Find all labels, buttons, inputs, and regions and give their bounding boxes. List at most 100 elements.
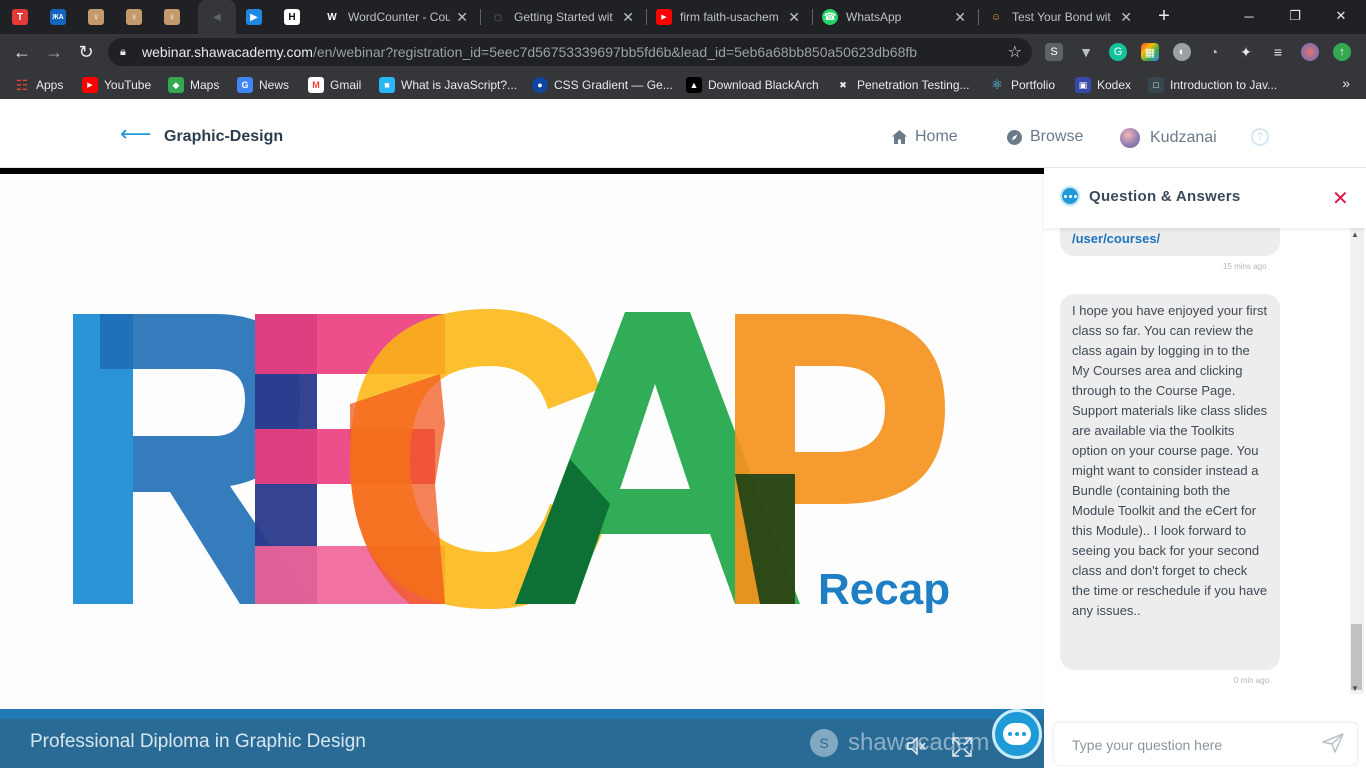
profile-avatar-icon[interactable] [1301, 43, 1319, 61]
browser-toolbar: ← → ↻ 🔒︎ webinar.shawacademy.com/en/webi… [0, 34, 1366, 70]
pentesting-icon: ✖ [839, 79, 847, 90]
nav-home[interactable]: Home [891, 128, 958, 146]
browser-tab-active[interactable]: ◀ [198, 0, 236, 34]
browser-tab[interactable]: ♀ [164, 0, 192, 34]
bookmark-gmail[interactable]: M Gmail [308, 76, 361, 94]
update-icon[interactable]: ↑ [1333, 43, 1351, 61]
browser-tab[interactable]: ◌ Getting Started wit ✕ [490, 0, 640, 34]
tab-favicon-icon: H [284, 9, 300, 25]
java-course-icon: □ [1148, 77, 1164, 93]
video-stage[interactable]: Recap [0, 174, 1044, 709]
close-tab-icon[interactable]: ✕ [456, 9, 468, 26]
qa-message: I hope you have enjoyed your first class… [1060, 294, 1280, 670]
qa-scrollbar-thumb[interactable] [1351, 624, 1362, 690]
back-arrow-icon[interactable]: ⟵ [120, 123, 152, 145]
bookmark-css-gradient[interactable]: ● CSS Gradient — Ge... [532, 76, 673, 94]
bookmark-javascript[interactable]: ■ What is JavaScript?... [379, 76, 517, 94]
close-window-button[interactable]: ✕ [1318, 0, 1364, 32]
bookmark-label: Kodex [1097, 78, 1132, 92]
extensions-puzzle-icon[interactable]: ✦ [1237, 43, 1255, 61]
browser-tab-strip: T ЖА ♀ ♀ ♀ ◀ ▶ H W WordCounter - Cou ✕ ◌… [0, 0, 1366, 34]
restore-window-button[interactable]: ❐ [1272, 0, 1318, 32]
bookmark-blackarch[interactable]: ▲ Download BlackArch [686, 76, 819, 94]
extension-compass-icon[interactable]: ◐ [1173, 43, 1191, 61]
lock-icon: 🔒︎ [120, 45, 126, 58]
chat-button[interactable] [992, 709, 1042, 759]
bookmark-label: News [259, 78, 290, 92]
tab-favicon-icon: ☺ [990, 11, 1002, 23]
tab-title: WhatsApp [846, 10, 902, 24]
gmail-icon: M [308, 77, 324, 93]
browser-tab[interactable]: T [12, 0, 40, 34]
extension-colorful-icon[interactable]: ▦ [1141, 43, 1159, 61]
question-input[interactable] [1072, 735, 1312, 755]
javascript-site-icon: ■ [379, 77, 395, 93]
browser-tab[interactable]: H [284, 0, 312, 34]
tab-title: Test Your Bond wit [1012, 10, 1111, 24]
tab-favicon-icon: ▶ [656, 9, 672, 25]
back-button[interactable]: ← [10, 40, 34, 64]
nav-browse[interactable]: Browse [1006, 128, 1083, 146]
more-bookmarks-icon[interactable]: » [1342, 75, 1350, 91]
close-icon[interactable]: ✕ [1332, 186, 1349, 211]
bookmark-pentesting[interactable]: ✖ Penetration Testing... [835, 76, 969, 94]
close-tab-icon[interactable]: ✕ [622, 9, 634, 26]
minimize-window-button[interactable]: ─ [1226, 0, 1272, 32]
bookmark-star-icon[interactable]: ☆ [1008, 42, 1022, 62]
close-tab-icon[interactable]: ✕ [788, 9, 800, 26]
close-tab-icon[interactable]: ✕ [1120, 9, 1132, 26]
home-icon [891, 129, 907, 145]
media-queue-icon[interactable]: ≡ [1269, 43, 1287, 61]
css-gradient-icon: ● [532, 77, 548, 93]
message-link[interactable]: /user/courses/ [1072, 231, 1160, 246]
bookmark-news[interactable]: G News [237, 76, 289, 94]
extension-s-icon[interactable]: S [1045, 43, 1063, 61]
tab-divider [978, 9, 979, 25]
scroll-down-icon[interactable]: ▼ [1351, 684, 1359, 693]
maps-icon: ◆ [168, 77, 184, 93]
close-tab-icon[interactable]: ✕ [954, 9, 966, 26]
mute-icon[interactable] [906, 736, 926, 760]
shaw-logo-icon: S [810, 729, 838, 757]
bookmark-portfolio[interactable]: ⚛ Portfolio [989, 76, 1055, 94]
message-timestamp: 0 min ago [1234, 676, 1270, 685]
bookmark-intro-java[interactable]: □ Introduction to Jav... [1148, 76, 1277, 94]
kodex-icon: ▣ [1075, 77, 1091, 93]
browser-tab[interactable]: W WordCounter - Cou ✕ [324, 0, 474, 34]
browser-tab[interactable]: ▶ firm faith-usachem ✕ [656, 0, 806, 34]
bookmark-maps[interactable]: ◆ Maps [168, 76, 219, 94]
course-title: Graphic-Design [164, 128, 284, 145]
url-path: /en/webinar?registration_id=5eec7d567533… [312, 44, 918, 60]
tab-favicon-icon: ЖА [50, 9, 66, 25]
browser-tab[interactable]: ▶ [246, 0, 274, 34]
extension-vuetools-icon[interactable]: ▼ [1077, 43, 1095, 61]
nav-user[interactable]: Kudzanai [1120, 128, 1217, 148]
qa-message: /user/courses/ [1060, 228, 1280, 256]
forward-button[interactable]: → [42, 40, 66, 64]
recap-word: Recap [818, 565, 950, 614]
fullscreen-icon[interactable] [952, 737, 972, 762]
bookmark-label: Download BlackArch [708, 78, 819, 92]
bookmark-kodex[interactable]: ▣ Kodex [1075, 76, 1131, 94]
video-footer-bar: Professional Diploma in Graphic Design S… [0, 719, 1044, 768]
send-icon[interactable] [1322, 733, 1344, 758]
reload-button[interactable]: ↻ [74, 40, 98, 64]
bookmark-apps[interactable]: ☷ Apps [14, 76, 64, 94]
bookmark-label: Introduction to Jav... [1170, 78, 1278, 92]
browser-tab[interactable]: ЖА [50, 0, 78, 34]
bookmark-label: What is JavaScript?... [401, 78, 518, 92]
nav-home-label: Home [915, 128, 958, 145]
extension-grammarly-icon[interactable]: G [1109, 43, 1127, 61]
browser-tab[interactable]: ♀ [88, 0, 116, 34]
address-bar[interactable]: 🔒︎ webinar.shawacademy.com/en/webinar?re… [108, 38, 1032, 66]
scroll-up-icon[interactable]: ▲ [1351, 230, 1359, 239]
new-tab-button[interactable]: + [1153, 5, 1175, 27]
browser-tab[interactable]: ☺ Test Your Bond wit ✕ [988, 0, 1138, 34]
apps-grid-icon: ☷ [15, 76, 29, 93]
browser-tab[interactable]: ☎ WhatsApp ✕ [822, 0, 972, 34]
help-icon[interactable]: ? [1251, 128, 1269, 146]
browser-tab[interactable]: ♀ [126, 0, 154, 34]
qa-message-list[interactable]: /user/courses/ 15 mins ago I hope you ha… [1044, 228, 1366, 698]
bookmark-youtube[interactable]: ▶ YouTube [82, 76, 151, 94]
extension-spiral-icon[interactable]: ◔ [1205, 43, 1223, 61]
